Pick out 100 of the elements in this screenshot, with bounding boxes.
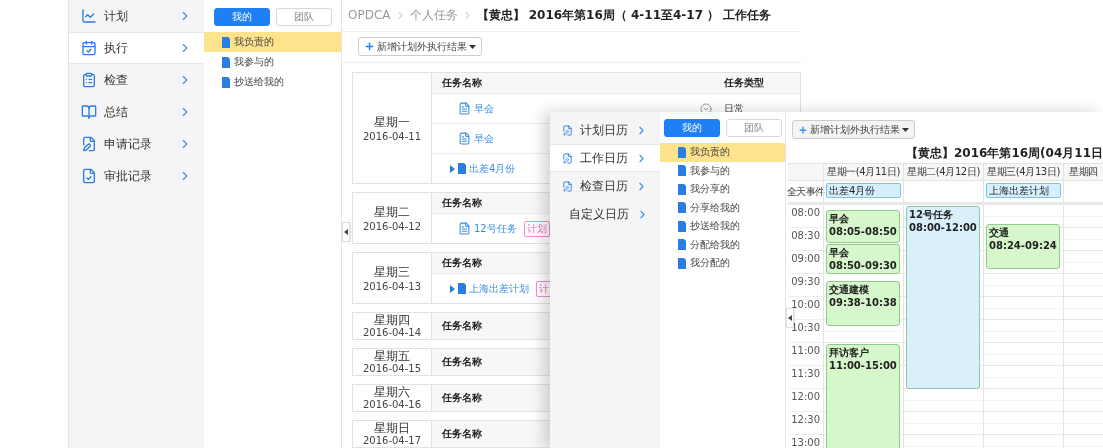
column-header: 任务名称 [442, 319, 482, 333]
document-icon [458, 163, 466, 174]
add-result-button[interactable]: 新增计划外执行结果 [358, 37, 482, 57]
document-icon [222, 36, 230, 48]
column-header: 任务名称 [442, 196, 482, 210]
calendar-event[interactable]: 交通建模 09:38-10:38 [826, 281, 900, 327]
book-icon [81, 104, 97, 120]
all-day-event[interactable]: 出差4月份 [826, 183, 901, 198]
column-header: 任务类型 [723, 76, 765, 90]
filter-tab[interactable]: 我的 [663, 119, 720, 137]
calendar-event[interactable]: 12号任务 08:00-12:00 [906, 206, 980, 389]
calendar-event[interactable]: 早会 08:50-09:30 [826, 244, 900, 274]
time-label: 08:00 [788, 205, 823, 228]
task-link[interactable]: 12号任务 [474, 221, 517, 236]
time-label: 08:30 [788, 228, 823, 251]
document-icon [458, 222, 471, 235]
check-document-icon [81, 168, 97, 184]
calendar-check-icon [81, 40, 97, 56]
filter-tab[interactable]: 我的 [213, 8, 270, 26]
filter-item[interactable]: 我参与的 [660, 161, 785, 180]
time-label: 11:00 [788, 343, 823, 366]
document-icon [458, 132, 471, 145]
edit-document-icon [562, 178, 573, 194]
nav-item[interactable]: 计划 [69, 0, 204, 32]
weekday-label: 星期二 [374, 204, 410, 221]
filter-item[interactable]: 分配给我的 [660, 235, 785, 254]
date-label: 2016-04-11 [362, 131, 422, 143]
collapse-handle[interactable] [342, 222, 350, 242]
time-label: 12:00 [788, 389, 823, 412]
date-label: 2016-04-16 [362, 399, 422, 411]
line-chart-icon [81, 8, 97, 24]
document-icon [678, 220, 686, 232]
all-day-event[interactable]: 上海出差计划 [986, 183, 1061, 198]
document-icon [458, 283, 466, 294]
weekday-label: 星期五 [374, 349, 410, 363]
nav-item[interactable]: 执行 [69, 32, 204, 64]
calendar-event[interactable]: 早会 08:05-08:50 [826, 209, 900, 244]
time-label: 11:30 [788, 366, 823, 389]
calendar-event[interactable]: 交通 08:24-09:24 [986, 224, 1060, 270]
filter-item[interactable]: 我负责的 [660, 143, 785, 162]
weekday-label: 星期日 [374, 421, 410, 435]
weekday-label: 星期三 [374, 264, 410, 281]
document-icon [678, 146, 686, 158]
filter-item[interactable]: 我参与的 [204, 52, 341, 72]
date-label: 2016-04-15 [362, 363, 422, 375]
nav-item[interactable]: 检查 [69, 64, 204, 96]
weekday-label: 星期一 [374, 114, 410, 131]
plus-icon [364, 41, 375, 53]
nav-item[interactable]: 申请记录 [69, 128, 204, 160]
document-icon [678, 257, 686, 269]
date-label: 2016-04-17 [362, 435, 422, 447]
task-link[interactable]: 早会 [474, 131, 494, 146]
column-header: 任务名称 [442, 391, 482, 405]
weekday-label: 星期六 [374, 385, 410, 399]
document-icon [222, 76, 230, 88]
filter-item[interactable]: 我负责的 [204, 32, 341, 52]
filter-item[interactable]: 抄送给我的 [204, 72, 341, 92]
edit-document-icon [562, 122, 573, 138]
filter-item[interactable]: 抄送给我的 [660, 217, 785, 236]
document-icon [678, 239, 686, 251]
nav-item[interactable]: 工作日历 [550, 144, 660, 172]
plan-tag: 计划 [523, 220, 550, 237]
task-link[interactable]: 早会 [474, 101, 494, 116]
task-link[interactable]: 上海出差计划 [469, 281, 529, 296]
filter-item[interactable]: 我分享的 [660, 180, 785, 199]
filter-item[interactable]: 我分配的 [660, 254, 785, 273]
nav-item[interactable]: 自定义日历 [550, 200, 660, 228]
edit-document-icon [81, 136, 97, 152]
time-label: 13:00 [788, 435, 823, 448]
caret-icon [902, 127, 909, 132]
date-label: 2016-04-14 [362, 327, 422, 339]
nav-item[interactable]: 计划日历 [550, 116, 660, 144]
plus-icon [798, 124, 808, 135]
nav-item[interactable]: 审批记录 [69, 160, 204, 192]
edit-document-icon [562, 150, 573, 166]
task-link[interactable]: 出差4月份 [469, 161, 516, 176]
task-type: 日常 [723, 101, 745, 116]
calendar-event[interactable]: 拜访客户 11:00-15:00 [826, 344, 900, 448]
caret-icon [469, 45, 476, 49]
weekday-label: 星期四 [374, 313, 410, 327]
time-label: 12:30 [788, 412, 823, 435]
nav-item[interactable]: 总结 [69, 96, 204, 128]
add-result-button[interactable]: 新增计划外执行结果 [792, 120, 915, 139]
calendar-title: 【黄忠】2016年第16周(04月11日 [906, 144, 1103, 162]
column-header: 任务名称 [442, 355, 482, 369]
document-icon [458, 102, 471, 115]
date-label: 2016-04-12 [362, 221, 422, 233]
expand-caret-icon[interactable] [450, 284, 455, 293]
time-label: 09:30 [788, 274, 823, 297]
filter-tab[interactable]: 团队 [725, 119, 782, 137]
expand-caret-icon[interactable] [450, 164, 455, 173]
nav-item[interactable]: 检查日历 [550, 172, 660, 200]
filter-tab[interactable]: 团队 [275, 8, 332, 26]
document-icon [678, 202, 686, 214]
document-icon [678, 165, 686, 177]
column-header: 任务名称 [442, 427, 482, 441]
document-icon [222, 56, 230, 68]
all-day-label: 全天事件 [788, 184, 823, 199]
filter-item[interactable]: 分享给我的 [660, 198, 785, 217]
collapse-handle[interactable] [786, 308, 794, 328]
